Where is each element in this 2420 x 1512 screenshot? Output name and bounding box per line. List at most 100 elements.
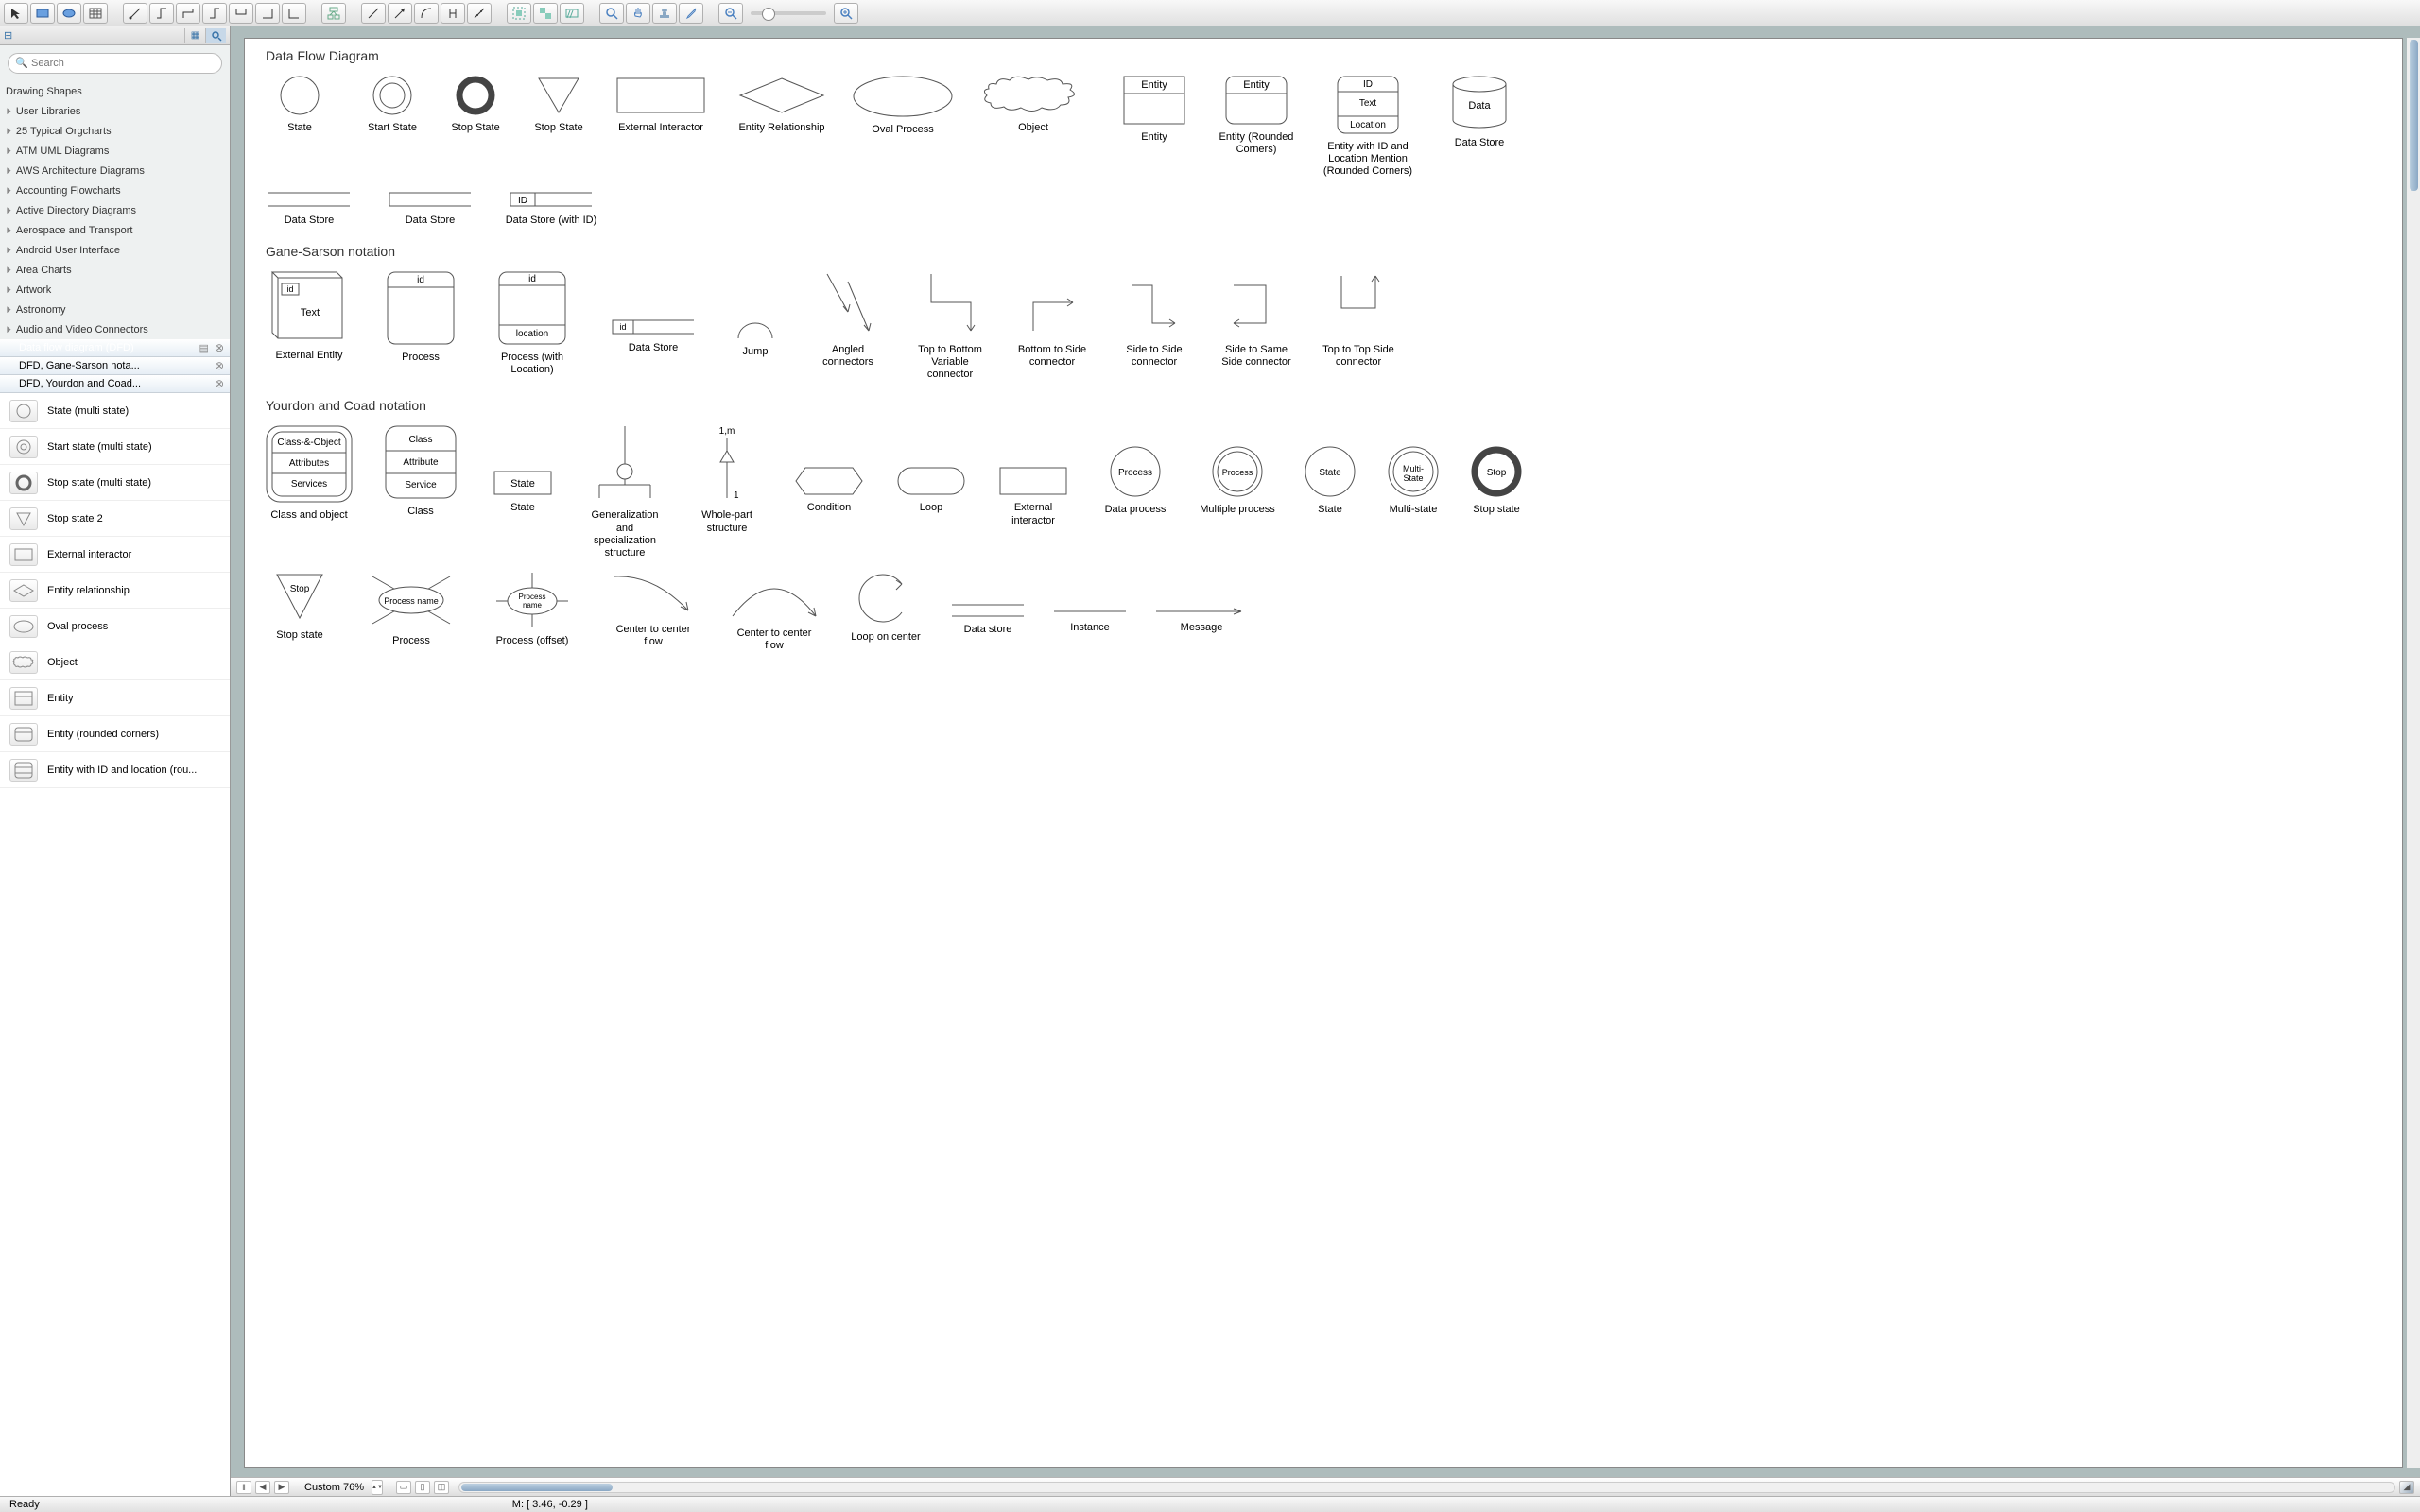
connector-1[interactable] [123,3,147,24]
svg-text:Text: Text [1359,98,1377,109]
category-artwork[interactable]: ▶Artwork [0,280,230,300]
shape-item-external-interactor[interactable]: External interactor [0,537,230,573]
svg-text:id: id [619,322,626,332]
category-android[interactable]: ▶Android User Interface [0,240,230,260]
pointer-tool[interactable] [4,3,28,24]
page-first-button[interactable]: ‖ [236,1481,251,1494]
view-btn-2[interactable]: ▯ [415,1481,430,1494]
group-3[interactable] [560,3,584,24]
category-av[interactable]: ▶Audio and Video Connectors [0,319,230,339]
section-title-yc: Yourdon and Coad notation [266,398,2402,413]
svg-text:Process: Process [1222,468,1253,477]
line-5[interactable] [467,3,492,24]
grid-view-button[interactable]: ▦ [184,28,205,43]
category-orgcharts[interactable]: ▶25 Typical Orgcharts [0,121,230,141]
svg-text:Entity: Entity [1141,79,1167,91]
connector-6[interactable] [255,3,280,24]
status-mouse: M: [ 3.46, -0.29 ] [512,1499,588,1510]
subtab-gane-sarson[interactable]: DFD, Gane-Sarson nota... ⊗ [0,357,230,375]
line-3[interactable] [414,3,439,24]
corner-resize[interactable]: ◢ [2399,1481,2414,1494]
category-area-charts[interactable]: ▶Area Charts [0,260,230,280]
status-ready: Ready [9,1499,40,1510]
shape-item-stop-state-2[interactable]: Stop state 2 [0,501,230,537]
svg-text:Class-&-Object: Class-&-Object [277,438,340,448]
canvas[interactable]: Data Flow Diagram State Start State Stop… [244,38,2403,1468]
category-ad[interactable]: ▶Active Directory Diagrams [0,200,230,220]
svg-text:State: State [1319,468,1341,478]
tree-icon[interactable]: ⊟ [4,29,12,42]
shape-item-entity-id-loc[interactable]: Entity with ID and location (rou... [0,752,230,788]
category-atm-uml[interactable]: ▶ATM UML Diagrams [0,141,230,161]
stamp-tool[interactable] [652,3,677,24]
category-user-libraries[interactable]: ▶User Libraries [0,101,230,121]
diagram-tool[interactable] [321,3,346,24]
category-drawing-shapes[interactable]: Drawing Shapes [0,81,230,101]
svg-text:Class: Class [408,435,432,445]
line-1[interactable] [361,3,386,24]
section-title-gs: Gane-Sarson notation [266,244,2402,259]
svg-text:Service: Service [405,480,437,490]
subtab-dfd[interactable]: Data flow diagram (DFD) ▤⊗ [0,339,230,357]
group-2[interactable] [533,3,558,24]
category-accounting[interactable]: ▶Accounting Flowcharts [0,180,230,200]
category-list: Drawing Shapes ▶User Libraries ▶25 Typic… [0,81,230,339]
close-icon[interactable]: ⊗ [215,377,224,390]
pan-tool[interactable] [626,3,650,24]
zoom-in-button[interactable] [834,3,858,24]
shape-item-object[interactable]: Object [0,644,230,680]
shape-item-entity[interactable]: Entity [0,680,230,716]
search-view-button[interactable] [205,28,226,43]
close-icon[interactable]: ⊗ [215,359,224,372]
shape-item-state[interactable]: State (multi state) [0,393,230,429]
category-aerospace[interactable]: ▶Aerospace and Transport [0,220,230,240]
svg-text:Services: Services [291,479,327,490]
svg-text:Location: Location [1350,120,1386,130]
svg-text:Attribute: Attribute [403,457,439,468]
shape-item-entity-rounded[interactable]: Entity (rounded corners) [0,716,230,752]
shape-item-entity-rel[interactable]: Entity relationship [0,573,230,609]
svg-text:Multi-: Multi- [1403,464,1424,473]
search-icon: 🔍 [15,57,28,69]
shape-palette: State (multi state) Start state (multi s… [0,393,230,1496]
group-1[interactable] [507,3,531,24]
svg-text:Process: Process [1118,468,1152,478]
svg-text:1: 1 [734,490,739,501]
page-next-button[interactable]: ▶ [274,1481,289,1494]
category-astronomy[interactable]: ▶Astronomy [0,300,230,319]
zoom-slider[interactable] [751,11,826,15]
rect-tool[interactable] [30,3,55,24]
shape-item-start-state[interactable]: Start state (multi state) [0,429,230,465]
ellipse-tool[interactable] [57,3,81,24]
svg-text:id: id [286,284,293,294]
category-aws[interactable]: ▶AWS Architecture Diagrams [0,161,230,180]
vertical-scrollbar[interactable] [2407,38,2420,1468]
horizontal-scrollbar[interactable] [458,1482,2395,1493]
shape-item-oval-process[interactable]: Oval process [0,609,230,644]
search-input[interactable] [8,53,222,74]
svg-text:Data: Data [1468,100,1491,112]
zoom-in-tool[interactable] [599,3,624,24]
connector-3[interactable] [176,3,200,24]
line-2[interactable] [388,3,412,24]
view-btn-1[interactable]: ▭ [396,1481,411,1494]
connector-7[interactable] [282,3,306,24]
zoom-stepper[interactable]: ▲▼ [372,1480,383,1495]
status-bar: Ready M: [ 3.46, -0.29 ] [0,1496,2420,1512]
subtab-yourdon-coad[interactable]: DFD, Yourdon and Coad... ⊗ [0,375,230,393]
page-prev-button[interactable]: ◀ [255,1481,270,1494]
close-icon[interactable]: ⊗ [215,341,224,354]
pin-icon[interactable]: ▤ [199,343,209,354]
connector-2[interactable] [149,3,174,24]
view-btn-3[interactable]: ◫ [434,1481,449,1494]
shape-item-stop-state[interactable]: Stop state (multi state) [0,465,230,501]
eyedropper-tool[interactable] [679,3,703,24]
table-tool[interactable] [83,3,108,24]
zoom-label[interactable]: Custom 76% [301,1482,368,1493]
connector-5[interactable] [229,3,253,24]
line-4[interactable] [441,3,465,24]
svg-text:Stop: Stop [1487,468,1507,478]
zoom-out-button[interactable] [718,3,743,24]
connector-4[interactable] [202,3,227,24]
svg-text:ID: ID [1363,79,1373,90]
